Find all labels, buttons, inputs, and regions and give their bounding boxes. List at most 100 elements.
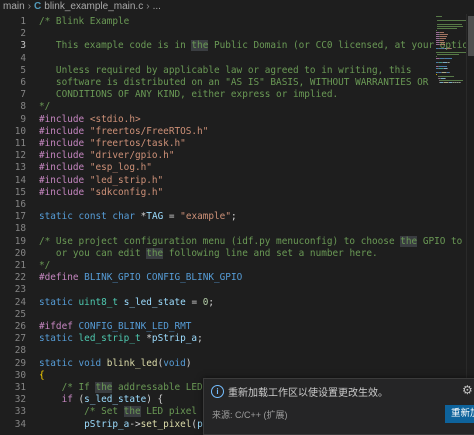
minimap-line: [436, 52, 462, 53]
code-token: /* Blink Example: [39, 16, 130, 27]
minimap-line: [440, 38, 446, 39]
minimap-line: [444, 80, 463, 81]
chevron-right-icon: ›: [146, 1, 150, 12]
code-token: blink_led: [106, 357, 158, 369]
code-editor[interactable]: 1/* Blink Example 2 3 This example code is…: [0, 14, 474, 435]
minimap-line: [444, 54, 459, 55]
code-token: or you can edit: [39, 247, 147, 259]
code-token: #define: [39, 272, 79, 284]
minimap-line: [460, 82, 461, 83]
c-file-icon: C: [34, 1, 42, 12]
code-token: static: [39, 333, 73, 345]
code-token: */: [39, 101, 51, 113]
breadcrumb-symbol-more[interactable]: ...: [153, 1, 161, 12]
minimap-line: [449, 72, 450, 73]
code-token: ;: [230, 211, 237, 223]
code-token: char: [112, 211, 135, 223]
breadcrumb-file[interactable]: blink_example_main.c: [44, 1, 143, 12]
code-token: =: [185, 296, 203, 308]
notification-message: 重新加载工作区以使设置更改生效。: [228, 388, 388, 399]
code-token: #include: [39, 162, 85, 174]
code-token: the: [123, 406, 141, 418]
minimap-line: [436, 56, 437, 57]
minimap-line: [440, 34, 448, 35]
code-token: =: [163, 211, 181, 223]
minimap-line: [445, 58, 452, 59]
code-token: the: [191, 40, 209, 52]
minimap[interactable]: [436, 14, 466, 414]
minimap-line: [436, 16, 442, 17]
code-token: "freertos/FreeRTOS.h": [89, 125, 209, 137]
minimap-line: [440, 42, 445, 43]
breadcrumb-folder[interactable]: main: [3, 1, 25, 12]
vertical-scrollbar[interactable]: [466, 14, 474, 435]
code-token: /* If: [61, 382, 96, 393]
minimap-line: [440, 44, 445, 45]
code-token: ): [185, 357, 192, 369]
code-token: "led_strip.h": [89, 174, 164, 186]
code-token: */: [39, 260, 51, 271]
code-token: the: [146, 247, 164, 259]
code-token: const: [78, 211, 107, 223]
code-token: the: [400, 235, 418, 247]
code-token: pStrip_a: [84, 418, 130, 430]
minimap-line: [436, 74, 437, 75]
info-icon: i: [211, 385, 224, 398]
chevron-right-icon: ›: [27, 1, 32, 12]
minimap-line: [437, 20, 447, 21]
notification-source: 来源: C/C++ (扩展): [212, 410, 288, 420]
code-token: #include: [39, 150, 85, 162]
gear-icon[interactable]: ⚙: [462, 383, 473, 397]
code-token: *: [140, 333, 152, 345]
code-token: CONFIG_BLINK_GPIO: [146, 272, 243, 284]
minimap-line: [440, 40, 444, 41]
code-token: This example code is in: [39, 40, 192, 52]
code-token: ->: [129, 418, 141, 430]
code-token: #include: [39, 138, 85, 149]
notification-toast: i 重新加载工作区以使设置更改生效。 ⚙ 来源: C/C++ (扩展) 重新加载: [203, 378, 474, 435]
code-token: <stdio.h>: [89, 113, 141, 125]
code-token: "esp_log.h": [89, 162, 152, 174]
minimap-line: [442, 76, 454, 77]
code-token: #include: [39, 174, 85, 186]
code-token: Unless required by applicable law or agr…: [39, 64, 412, 76]
code-token: uint8_t: [78, 296, 119, 308]
code-token: #ifdef: [39, 321, 73, 332]
breadcrumb: main › Cblink_example_main.c ›...: [0, 0, 474, 14]
code-token: {: [39, 369, 45, 381]
scrollbar-thumb[interactable]: [468, 16, 474, 56]
code-token: /* Use project configuration menu (idf.p…: [39, 235, 401, 247]
code-token: BLINK_GPIO: [84, 272, 141, 284]
code-token: "example": [180, 211, 231, 223]
minimap-line: [447, 68, 448, 69]
code-token: s_led_state: [123, 296, 186, 308]
code-token: software is distributed on an "AS IS" BA…: [39, 77, 429, 88]
minimap-line: [437, 24, 462, 25]
minimap-line: [451, 48, 452, 49]
minimap-line: [440, 36, 447, 37]
code-token: led_strip_t: [78, 333, 141, 345]
minimap-line: [436, 30, 437, 31]
reload-window-button[interactable]: 重新加载: [445, 405, 474, 423]
code-token: "sdkconfig.h": [89, 186, 164, 198]
code-token: s_led_state: [84, 394, 147, 406]
code-token: pStrip_a: [151, 333, 198, 345]
minimap-line: [439, 66, 447, 67]
code-token: *: [135, 211, 147, 223]
code-token: #include: [39, 186, 85, 198]
code-token: the: [95, 382, 113, 393]
code-token: static: [39, 357, 73, 369]
code-token: ) {: [146, 394, 164, 406]
minimap-line: [437, 26, 463, 27]
code-token: ;: [197, 333, 203, 345]
code-token: static: [39, 296, 73, 308]
code-token: if: [61, 394, 73, 406]
code-token: CONFIG_BLINK_LED_RMT: [78, 321, 192, 332]
code-token: set_pixel: [140, 418, 192, 430]
code-token: Public Domain (or CC0 licensed, at your …: [208, 40, 474, 52]
minimap-line: [440, 32, 444, 33]
